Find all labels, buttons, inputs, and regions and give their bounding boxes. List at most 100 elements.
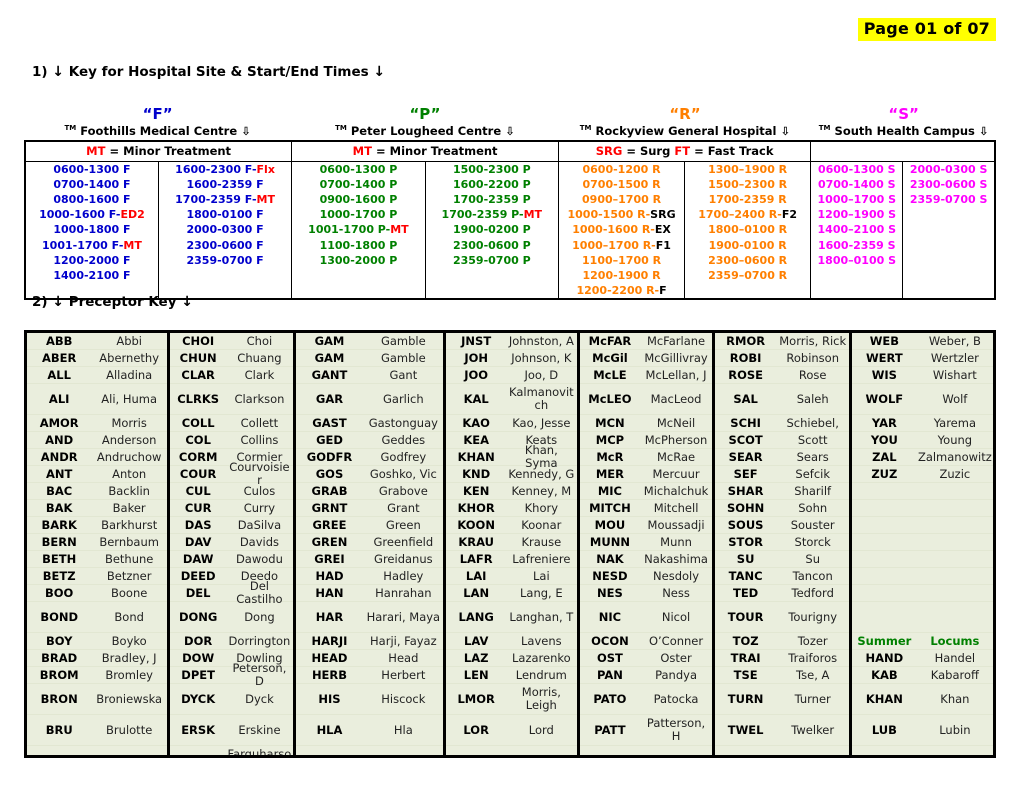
preceptor-name: Lang, E <box>520 585 563 600</box>
preceptor-name: McNeil <box>656 415 696 430</box>
preceptor-code: HLA <box>316 722 343 737</box>
preceptor-code: DYCK <box>181 691 216 706</box>
preceptor-name: Mitchell <box>653 500 699 515</box>
preceptor-name: Lai <box>533 568 550 583</box>
shift-time-entry: 1200-2200 R-F <box>559 283 684 298</box>
preceptor-code: NES <box>597 585 623 600</box>
preceptor-code: TANC <box>728 568 763 583</box>
preceptor-code: DEED <box>180 568 216 583</box>
preceptor-name: McPherson <box>644 432 708 447</box>
preceptor-code: SAL <box>733 391 758 406</box>
preceptor-name: Lubin <box>939 722 971 737</box>
preceptor-code: JOO <box>464 367 489 382</box>
table-row: HARJI Harji, Fayaz <box>295 633 444 650</box>
preceptor-code: CHOI <box>182 333 215 348</box>
preceptor-group-1: ABB Abbi ABER Abernethy ALL Alladina ALI Ali, H… <box>27 333 170 755</box>
site-letter: “S” <box>888 105 919 123</box>
preceptor-code: MUNN <box>589 534 630 549</box>
table-row: GRAB Grabove <box>295 483 444 500</box>
shift-time: 1600-2359 S <box>817 238 896 252</box>
preceptor-name: Anton <box>112 466 147 481</box>
preceptor-code: CAM <box>27 754 91 755</box>
preceptor-code: ANDR <box>40 449 78 464</box>
preceptor-code: WERT <box>865 350 903 365</box>
table-row: KEN Kenney, M <box>446 483 577 500</box>
shift-time-entry: 1300–1900 R <box>685 162 810 177</box>
preceptor-name: McGillivray <box>644 350 708 365</box>
shift-time: 1800–0100 S <box>817 253 896 267</box>
table-row: JOH Johnson, K <box>446 350 577 367</box>
preceptor-name: Johnson, K <box>511 350 572 365</box>
table-row: DEL Del Castilho <box>169 580 293 605</box>
preceptor-code: TRAI <box>730 650 761 665</box>
shift-suffix: F2 <box>781 208 798 222</box>
shift-time: 2300-0600 P <box>452 238 531 252</box>
table-row: BETZ Betzner <box>27 568 167 585</box>
preceptor-code: GAM <box>314 350 345 365</box>
table-row: GAST Gastonguay <box>295 415 444 432</box>
preceptor-name: DaSilva <box>237 517 282 532</box>
table-row: CHUN Chuang <box>169 350 293 367</box>
preceptor-name: Schiebel, <box>786 415 839 430</box>
preceptor-code: KEN <box>462 483 490 498</box>
preceptor-code: GREI <box>314 551 345 566</box>
preceptor-code: SCHI <box>730 415 761 430</box>
preceptor-code: LMOR <box>457 691 495 706</box>
table-row: KRAU Krause <box>446 534 577 551</box>
preceptor-code: HERB <box>311 667 348 682</box>
preceptor-code: KHAN <box>457 449 495 464</box>
table-row: MIRMir <box>852 746 993 755</box>
section-1-heading: 1) ↓ Key for Hospital Site & Start/End T… <box>32 64 385 80</box>
preceptor-name: Saleh <box>796 391 829 406</box>
legend-code: SRG <box>595 143 623 158</box>
shift-time: 0800-1600 F <box>53 193 131 207</box>
preceptor-code: HIS <box>318 691 341 706</box>
shift-time: 1000-1800 F <box>53 223 131 237</box>
table-row: TANC Tancon <box>714 568 849 585</box>
shift-time-entry: 1700–2400 R-F2 <box>685 207 810 222</box>
preceptor-code: KOON <box>457 517 495 532</box>
preceptor-code <box>852 490 917 492</box>
preceptor-name: Ness <box>662 585 690 600</box>
preceptor-code: SEF <box>733 466 758 481</box>
shift-time: 1200-1900 R <box>582 268 661 282</box>
preceptor-name: Locums <box>930 633 980 648</box>
legend-text: = Minor Treatment <box>109 143 232 158</box>
preceptor-name: Collett <box>240 415 279 430</box>
shift-time-entry: 1001-1700 F-MT <box>26 238 158 253</box>
preceptor-name: Weber, B <box>928 333 981 348</box>
table-row <box>851 551 993 568</box>
table-row: WIS Wishart <box>851 367 993 384</box>
preceptor-code: BROM <box>39 667 79 682</box>
preceptor-code: KAB <box>871 667 898 682</box>
shift-time-entry: 2300-0600 S <box>903 177 994 192</box>
shift-time: 2359-0700 F <box>186 253 264 267</box>
preceptor-code: SOUS <box>727 517 764 532</box>
preceptor-code: HUFF <box>296 754 364 755</box>
preceptor-group-7: WEB Weber, B WERT Wertzler WIS Wishart WOLF Wol… <box>851 333 993 755</box>
table-row: CAMCampfens <box>27 746 167 755</box>
shift-time-entry: 2300-0600 P <box>426 238 558 253</box>
preceptor-code: CUR <box>184 500 212 515</box>
shift-time: 1000-1700 P <box>319 208 398 222</box>
table-row: YOU Young <box>851 432 993 449</box>
trademark-icon: TM <box>335 124 347 133</box>
shift-column-2-2: 1500-2300 P 1600-2200 P 1700-2359 P 1700-23… <box>424 160 560 300</box>
table-row: LAN Lang, E <box>446 585 577 602</box>
preceptor-name: MacLeod <box>650 391 702 406</box>
shift-suffix: MT <box>523 208 543 222</box>
shift-time-entry: 1000-1600 F-ED2 <box>26 207 158 222</box>
shift-time: 0600-1200 R <box>582 162 661 176</box>
shift-time: 1300–1900 R <box>708 162 788 176</box>
shift-time-entry: 0700-1400 F <box>26 177 158 192</box>
preceptor-name: Herbert <box>381 667 426 682</box>
table-row: HAN Hanrahan <box>295 585 444 602</box>
table-row: AND Anderson <box>27 432 167 449</box>
table-row <box>851 585 993 602</box>
preceptor-name: Baker <box>112 500 146 515</box>
preceptor-name: Clarkson <box>234 391 285 406</box>
preceptor-code: LEN <box>463 667 489 682</box>
section-1-label: Key for Hospital Site & Start/End Times <box>68 64 369 80</box>
shift-time: 1001-1700 F- <box>42 238 124 252</box>
table-row: SU Su <box>714 551 849 568</box>
